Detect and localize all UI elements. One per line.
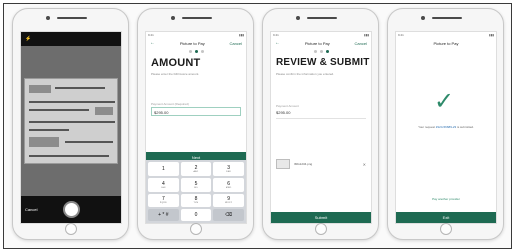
phone-camera: ⚡ Cancel — [12, 8, 129, 240]
camera-cancel-button[interactable]: Cancel — [25, 207, 37, 212]
speaker — [57, 17, 87, 19]
speaker — [182, 17, 212, 19]
status-bar: 9:41 ▮▮▮ — [273, 33, 369, 37]
status-bar: 9:41 ▮▮▮ — [148, 33, 244, 37]
pay-another-link[interactable]: Pay another provider — [396, 197, 496, 201]
attachment-thumbnail — [276, 159, 290, 169]
keypad-key-letters: ABC — [193, 170, 199, 173]
nav-bar: ← Picture to Pay Cancel — [146, 39, 246, 47]
camera-controls: Cancel — [21, 196, 121, 223]
keypad-key-letters: TUV — [193, 202, 199, 205]
speaker — [307, 17, 337, 19]
nav-title: Picture to Pay — [179, 40, 205, 46]
camera-top-bar: ⚡ — [21, 32, 121, 46]
camera-viewfinder — [21, 46, 121, 198]
phone-success: 9:41 ▮▮▮ Picture to Pay ✓ Your request #1… — [387, 8, 504, 240]
keypad-key-letters: MNO — [225, 186, 232, 189]
nav-title: Picture to Pay — [304, 40, 330, 46]
submit-button[interactable]: Submit — [271, 212, 371, 223]
step-indicator — [146, 50, 246, 53]
attachment-row: IMG1234.png ✕ — [276, 157, 366, 171]
check-image — [24, 78, 118, 164]
keypad-key[interactable]: 5 JKL — [180, 177, 212, 192]
status-bar: 9:41 ▮▮▮ — [398, 33, 494, 37]
phone-amount: 9:41 ▮▮▮ ← Picture to Pay Cancel AMOUNT P… — [137, 8, 254, 240]
home-button — [190, 223, 202, 235]
step-indicator — [271, 50, 371, 53]
keypad-key-number: 0 — [194, 212, 198, 219]
shutter-button[interactable] — [63, 201, 80, 218]
numeric-keypad: 1 2 ABC 3 DEF 4 GHI 5 JKL 6 MNO 7 PQRS 8 TUV 9 WXYZ + * #… — [146, 160, 246, 223]
cancel-button[interactable]: Cancel — [355, 41, 367, 46]
amount-input[interactable]: $295.00 — [151, 107, 241, 116]
amount-field-label: Payment Amount (Required) — [151, 102, 189, 106]
remove-attachment-icon[interactable]: ✕ — [363, 162, 366, 167]
keypad-key-letters: GHI — [161, 186, 166, 189]
page-title: AMOUNT — [151, 57, 201, 69]
keypad-key[interactable]: 8 TUV — [180, 193, 212, 208]
keypad-key-letters: JKL — [193, 186, 199, 189]
keypad-key[interactable]: 6 MNO — [213, 177, 244, 192]
home-button — [440, 223, 452, 235]
divider — [276, 118, 366, 119]
success-screen: 9:41 ▮▮▮ Picture to Pay ✓ Your request #1… — [395, 31, 497, 224]
request-id: #124-56689-23 — [435, 125, 457, 129]
keypad-key[interactable]: 2 ABC — [180, 162, 212, 176]
phone-review: 9:41 ▮▮▮ ← Picture to Pay Cancel REVIEW &… — [262, 8, 379, 240]
keypad-key[interactable]: + * # — [148, 209, 179, 221]
flash-icon[interactable]: ⚡ — [25, 36, 31, 42]
keypad-key[interactable]: 3 DEF — [213, 162, 244, 176]
nav-bar: Picture to Pay — [396, 39, 496, 47]
exit-button[interactable]: Exit — [396, 212, 496, 223]
front-camera — [296, 16, 300, 20]
keypad-key-number: 1 — [161, 165, 165, 172]
front-camera — [421, 16, 425, 20]
page-title: REVIEW & SUBMIT — [276, 57, 370, 68]
keypad-key-number: ⌫ — [225, 212, 233, 219]
amount-label: Payment Amount — [276, 104, 299, 108]
keypad-key[interactable]: 0 — [180, 209, 212, 221]
success-message: Your request #124-56689-23 is submitted. — [418, 125, 474, 129]
back-arrow-icon[interactable]: ← — [275, 40, 280, 46]
review-screen: 9:41 ▮▮▮ ← Picture to Pay Cancel REVIEW &… — [270, 31, 372, 224]
keypad-key-letters: PQRS — [159, 202, 167, 205]
front-camera — [46, 16, 50, 20]
amount-value: $295.00 — [276, 110, 291, 115]
back-arrow-icon[interactable]: ← — [150, 40, 155, 46]
keypad-key-letters: WXYZ — [225, 202, 233, 205]
keypad-key[interactable]: ⌫ — [213, 209, 244, 221]
page-subtitle: Please enter the bill/invoice amount. — [151, 72, 200, 76]
checkmark-icon: ✓ — [434, 88, 455, 115]
camera-screen: ⚡ Cancel — [20, 31, 122, 224]
keypad-key-letters: DEF — [226, 170, 232, 173]
page-subtitle: Please confirm the information you enter… — [276, 72, 335, 76]
keypad-key[interactable]: 7 PQRS — [148, 193, 179, 208]
front-camera — [171, 16, 175, 20]
home-button — [315, 223, 327, 235]
nav-title: Picture to Pay — [433, 40, 459, 46]
attachment-name: IMG1234.png — [294, 162, 313, 166]
amount-screen: 9:41 ▮▮▮ ← Picture to Pay Cancel AMOUNT P… — [145, 31, 247, 224]
cancel-button[interactable]: Cancel — [230, 41, 242, 46]
speaker — [432, 17, 462, 19]
keypad-key[interactable]: 9 WXYZ — [213, 193, 244, 208]
keypad-key-number: + * # — [158, 212, 169, 219]
keypad-key[interactable]: 1 — [148, 162, 179, 176]
keypad-key[interactable]: 4 GHI — [148, 177, 179, 192]
home-button — [65, 223, 77, 235]
nav-bar: ← Picture to Pay Cancel — [271, 39, 371, 47]
